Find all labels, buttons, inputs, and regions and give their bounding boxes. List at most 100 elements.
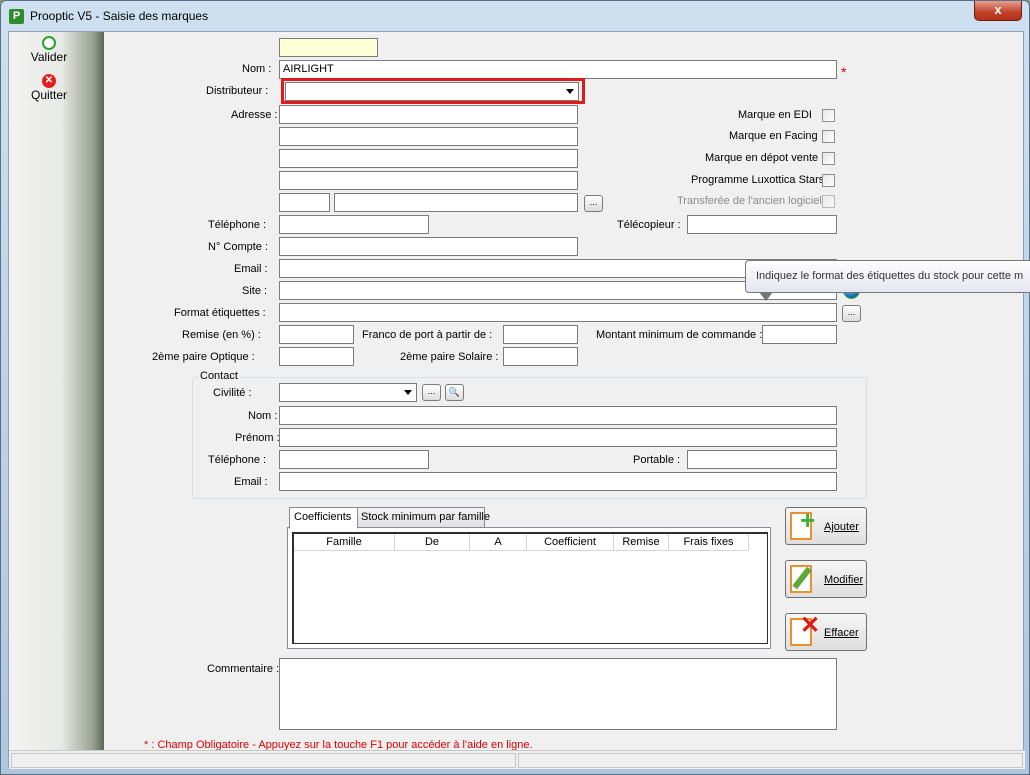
checkbox-luxottica[interactable]: [822, 174, 835, 187]
format-browse-button[interactable]: ...: [842, 305, 861, 322]
column-header[interactable]: A: [470, 534, 527, 551]
adresse-line-3[interactable]: [279, 149, 578, 168]
main-window: P Prooptic V5 - Saisie des marques x Val…: [0, 0, 1030, 775]
adresse-label: Adresse :: [231, 109, 278, 121]
code-postal-field[interactable]: [279, 193, 330, 212]
montant-field[interactable]: [762, 325, 837, 344]
tab-stock-minimum[interactable]: Stock minimum par famille: [356, 507, 490, 528]
civilite-dropdown[interactable]: [279, 383, 417, 402]
checkbox-transferee-label: Transferée de l'ancien logiciel: [677, 195, 822, 207]
ajouter-button[interactable]: + Ajouter: [785, 507, 867, 545]
distributeur-label: Distributeur :: [206, 85, 269, 97]
valider-button[interactable]: Valider: [19, 36, 79, 64]
contact-email-label: Email :: [234, 476, 268, 488]
contact-legend: Contact: [198, 370, 240, 382]
checkbox-depot[interactable]: [822, 152, 835, 165]
commentaire-field[interactable]: [279, 658, 837, 730]
required-marker: *: [841, 64, 847, 80]
window-title: Prooptic V5 - Saisie des marques: [30, 9, 209, 23]
effacer-button[interactable]: ✕ Effacer: [785, 613, 867, 651]
checkbox-facing[interactable]: [822, 130, 835, 143]
modifier-button[interactable]: Modifier: [785, 560, 867, 598]
montant-label: Montant minimum de commande :: [596, 329, 763, 341]
red-x-icon: ✕: [42, 74, 56, 88]
compte-label: N° Compte :: [208, 241, 269, 253]
column-header[interactable]: De: [395, 534, 470, 551]
site-label: Site :: [242, 285, 268, 297]
column-header[interactable]: Frais fixes: [669, 534, 749, 551]
contact-prenom-field[interactable]: [279, 428, 837, 447]
tab-coefficients[interactable]: Coefficients: [289, 507, 358, 529]
nom-field[interactable]: AIRLIGHT: [279, 60, 837, 79]
valider-label: Valider: [30, 50, 68, 64]
search-icon[interactable]: 🔍: [445, 384, 464, 401]
contact-prenom-label: Prénom :: [235, 432, 280, 444]
client-area: Valider ✕ Quitter Nom : AIRLIGHT * Distr…: [8, 31, 1030, 769]
adresse-line-4[interactable]: [279, 171, 578, 190]
contact-portable-label: Portable :: [633, 454, 681, 466]
tab-panel: Famille De A Coefficient Remise Frais fi…: [287, 527, 771, 649]
commentaire-label: Commentaire :: [207, 663, 280, 675]
civilite-label: Civilité :: [213, 387, 252, 399]
checkbox-edi[interactable]: [822, 109, 835, 122]
contact-telephone-label: Téléphone :: [208, 454, 267, 466]
contact-nom-field[interactable]: [279, 406, 837, 425]
contact-telephone-field[interactable]: [279, 450, 429, 469]
contact-nom-label: Nom :: [248, 410, 278, 422]
ville-field[interactable]: [334, 193, 578, 212]
close-button[interactable]: x: [974, 1, 1022, 21]
contact-email-field[interactable]: [279, 472, 837, 491]
telephone-field[interactable]: [279, 215, 429, 234]
coefficients-grid[interactable]: Famille De A Coefficient Remise Frais fi…: [292, 532, 768, 644]
tooltip-tail: [759, 292, 773, 301]
highlight-box: [281, 78, 585, 104]
column-header[interactable]: Famille: [294, 534, 395, 551]
ajouter-label: Ajouter: [824, 521, 859, 533]
check-circle-icon: [42, 36, 56, 50]
contact-portable-field[interactable]: [687, 450, 837, 469]
checkbox-facing-label: Marque en Facing: [729, 130, 818, 142]
quitter-button[interactable]: ✕ Quitter: [19, 74, 79, 102]
franco-field[interactable]: [503, 325, 578, 344]
column-header[interactable]: Remise: [614, 534, 669, 551]
telephone-label: Téléphone :: [208, 219, 267, 231]
adresse-line-2[interactable]: [279, 127, 578, 146]
action-sidebar: Valider ✕ Quitter: [9, 32, 104, 769]
format-field[interactable]: [279, 303, 837, 322]
paire-optique-field[interactable]: [279, 347, 354, 366]
adresse-line-1[interactable]: [279, 105, 578, 124]
remise-field[interactable]: [279, 325, 354, 344]
status-bar: [9, 750, 1025, 769]
nom-label: Nom :: [242, 63, 272, 75]
remise-label: Remise (en %) :: [182, 329, 261, 341]
paire-solaire-field[interactable]: [503, 347, 578, 366]
ville-browse-button[interactable]: ...: [584, 195, 603, 212]
format-tooltip: Indiquez le format des étiquettes du sto…: [745, 260, 1030, 293]
delete-x-icon: ✕: [800, 612, 821, 639]
checkbox-luxottica-label: Programme Luxottica Stars: [691, 174, 825, 186]
column-header[interactable]: Coefficient: [527, 534, 614, 551]
plus-icon: +: [800, 505, 816, 535]
modifier-label: Modifier: [824, 574, 864, 586]
civilite-browse-button[interactable]: ...: [422, 384, 441, 401]
brand-form: Nom : AIRLIGHT * Distributeur : Adresse …: [104, 32, 1030, 769]
email-label: Email :: [234, 263, 268, 275]
telecopieur-label: Télécopieur :: [617, 219, 681, 231]
effacer-label: Effacer: [824, 627, 859, 639]
status-segment: [518, 753, 1023, 768]
telecopieur-field[interactable]: [687, 215, 837, 234]
format-label: Format étiquettes :: [174, 307, 266, 319]
checkbox-transferee[interactable]: [822, 195, 835, 208]
quitter-label: Quitter: [30, 88, 67, 102]
status-segment: [11, 753, 516, 768]
franco-label: Franco de port à partir de :: [362, 329, 493, 341]
paire-solaire-label: 2ème paire Solaire :: [400, 351, 499, 363]
checkbox-edi-label: Marque en EDI: [738, 109, 812, 121]
app-icon: P: [9, 9, 24, 24]
checkbox-depot-label: Marque en dépot vente: [705, 152, 819, 164]
compte-field[interactable]: [279, 237, 578, 256]
chevron-down-icon: [404, 390, 412, 395]
paire-optique-label: 2ème paire Optique :: [152, 351, 255, 363]
code-field[interactable]: [279, 38, 378, 57]
title-bar: P Prooptic V5 - Saisie des marques x: [1, 1, 1029, 31]
